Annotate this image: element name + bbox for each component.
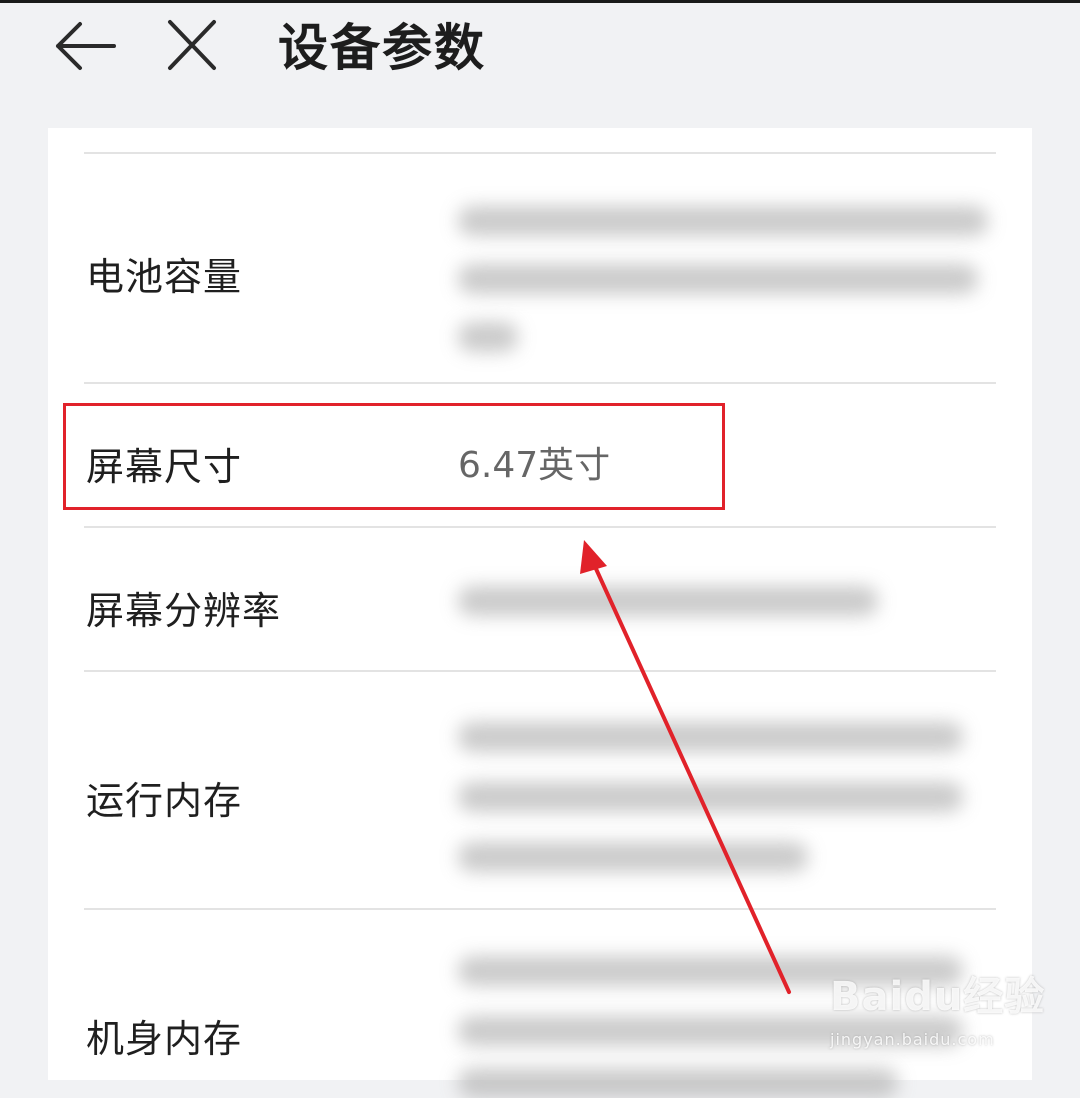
close-icon [168,20,216,70]
spec-row-resolution[interactable]: 屏幕分辨率 [48,528,1032,670]
watermark-logo: Baidu经验 [830,974,1046,1020]
spec-label: 机身内存 [86,1017,243,1061]
page-title: 设备参数 [278,19,486,77]
watermark: Baidu经验 jingyan.baidu.com [826,960,1044,1060]
highlight-box [63,403,725,510]
arrow-left-icon [56,22,116,70]
spec-label: 运行内存 [86,779,243,823]
back-button[interactable] [50,18,122,74]
spec-label: 屏幕分辨率 [86,589,282,633]
spec-label: 电池容量 [86,255,243,299]
spec-row-battery[interactable]: 电池容量 [48,154,1032,382]
close-button[interactable] [160,16,224,76]
spec-row-ram[interactable]: 运行内存 [48,672,1032,908]
spec-card: 电池容量 屏幕尺寸 6.47英寸 屏幕分辨率 运行内存 机身内存 [48,128,1032,1098]
watermark-url: jingyan.baidu.com [830,1030,995,1049]
header-bar: 设备参数 [0,0,1080,110]
